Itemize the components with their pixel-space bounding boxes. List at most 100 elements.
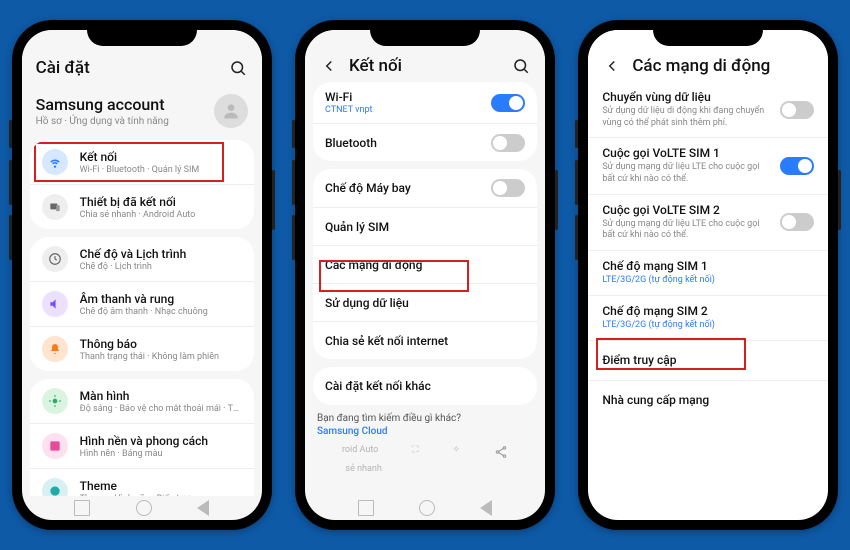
screen-mobile-networks: Các mạng di động Chuyển vùng dữ liệu Sử … xyxy=(588,30,828,520)
notch xyxy=(653,20,763,46)
screen-connections: Kết nối Wi-Fi CTNET vnpt Bluetooth xyxy=(305,30,545,520)
row-label: Chế độ Máy bay xyxy=(325,181,479,195)
row-netmode-sim2[interactable]: Chế độ mạng SIM 2 LTE/3G/2G (tự động kết… xyxy=(588,295,828,340)
row-label: Quản lý SIM xyxy=(325,220,525,234)
row-connections[interactable]: Kết nối Wi-Fi · Bluetooth · Quản lý SIM xyxy=(30,140,254,184)
footer-link[interactable]: Samsung Cloud xyxy=(317,426,533,437)
row-sim[interactable]: Quản lý SIM xyxy=(313,207,537,245)
devices-icon xyxy=(42,194,68,220)
row-theme[interactable]: Theme Theme · Hình nền · Biểu tượng xyxy=(30,468,254,496)
airplane-toggle[interactable] xyxy=(491,179,525,197)
row-hotspot[interactable]: Chia sẻ kết nối internet xyxy=(313,321,537,359)
row-sub: Sử dụng mạng dữ liệu LTE cho cuộc gọi bấ… xyxy=(602,162,770,185)
notch xyxy=(370,20,480,46)
row-apn[interactable]: Điểm truy cập xyxy=(588,340,828,380)
row-operators[interactable]: Nhà cung cấp mạng xyxy=(588,380,828,420)
row-sub: Chế độ âm thanh · Nhạc chuông xyxy=(80,307,242,317)
samsung-account-row[interactable]: Samsung account Hồ sơ · Ứng dụng và tính… xyxy=(22,86,262,140)
theme-icon xyxy=(42,478,68,496)
nav-home[interactable] xyxy=(419,500,435,516)
conn-group-3: Cài đặt kết nối khác xyxy=(313,367,537,405)
row-label: Theme xyxy=(80,479,242,493)
screen-settings: Cài đặt Samsung account Hồ sơ · Ứng dụng… xyxy=(22,30,262,520)
scan-icon[interactable]: ⛶ xyxy=(412,445,418,462)
nav-bar xyxy=(305,496,545,520)
row-label: Cuộc gọi VoLTE SIM 2 xyxy=(602,203,770,217)
wifi-icon xyxy=(42,149,68,175)
row-notifications[interactable]: Thông báo Thanh trạng thái · Không làm p… xyxy=(30,326,254,371)
row-bluetooth[interactable]: Bluetooth xyxy=(313,123,537,161)
sound-icon xyxy=(42,291,68,317)
nav-back[interactable] xyxy=(197,500,209,516)
page-title: Kết nối xyxy=(349,56,501,76)
volte2-toggle[interactable] xyxy=(780,213,814,231)
nav-home[interactable] xyxy=(136,500,152,516)
row-netmode-sim1[interactable]: Chế độ mạng SIM 1 LTE/3G/2G (tự động kết… xyxy=(588,250,828,295)
row-mobile-networks[interactable]: Các mạng di động xyxy=(313,245,537,283)
row-more-conn[interactable]: Cài đặt kết nối khác xyxy=(313,367,537,405)
row-label: Chế độ mạng SIM 1 xyxy=(602,259,814,273)
phone-frame-1: Cài đặt Samsung account Hồ sơ · Ứng dụng… xyxy=(12,20,272,530)
row-label: Chuyển vùng dữ liệu xyxy=(602,90,770,104)
settings-group-3: Màn hình Độ sáng · Bảo vệ cho mắt thoải … xyxy=(30,379,254,496)
row-sub: Hình nền · Bảng màu xyxy=(80,449,242,459)
settings-group-2: Chế độ và Lịch trình Chế độ · Lịch trình… xyxy=(30,237,254,371)
row-display[interactable]: Màn hình Độ sáng · Bảo vệ cho mắt thoải … xyxy=(30,379,254,423)
footer-toolbar: roid Auto ⛶ ✧ xyxy=(305,441,545,464)
search-icon[interactable] xyxy=(511,56,531,76)
settings-group-1: Kết nối Wi-Fi · Bluetooth · Quản lý SIM … xyxy=(30,140,254,229)
row-wifi[interactable]: Wi-Fi CTNET vnpt xyxy=(313,82,537,123)
row-sound[interactable]: Âm thanh và rung Chế độ âm thanh · Nhạc … xyxy=(30,281,254,326)
footer-hint-2: sẻ nhanh xyxy=(345,464,381,474)
row-sub: Theme · Hình nền · Biểu tượng xyxy=(80,494,242,497)
page-title: Các mạng di động xyxy=(632,56,814,76)
row-label: Bluetooth xyxy=(325,136,479,150)
sun-icon xyxy=(42,388,68,414)
row-label: Chia sẻ kết nối internet xyxy=(325,334,525,348)
row-sub: Thanh trạng thái · Không làm phiền xyxy=(80,352,242,362)
row-label: Cuộc gọi VoLTE SIM 1 xyxy=(602,146,770,160)
nav-recent[interactable] xyxy=(358,500,374,516)
mobile-net-body: Chuyển vùng dữ liệu Sử dụng dữ liệu di đ… xyxy=(588,82,828,520)
row-wallpaper[interactable]: Hình nền và phong cách Hình nền · Bảng m… xyxy=(30,423,254,468)
row-volte-sim2[interactable]: Cuộc gọi VoLTE SIM 2 Sử dụng mạng dữ liệ… xyxy=(588,194,828,250)
clock-icon xyxy=(42,246,68,272)
row-label: Chế độ mạng SIM 2 xyxy=(602,304,814,318)
bell-icon xyxy=(42,336,68,362)
back-icon[interactable] xyxy=(602,56,622,76)
back-icon[interactable] xyxy=(319,56,339,76)
nav-back[interactable] xyxy=(480,500,492,516)
nav-recent[interactable] xyxy=(74,500,90,516)
palette-icon xyxy=(42,433,68,459)
mobile-net-list: Chuyển vùng dữ liệu Sử dụng dữ liệu di đ… xyxy=(588,82,828,420)
row-airplane[interactable]: Chế độ Máy bay xyxy=(313,169,537,207)
connections-body: Wi-Fi CTNET vnpt Bluetooth Chế độ Máy ba… xyxy=(305,82,545,496)
volte1-toggle[interactable] xyxy=(780,157,814,175)
row-label: Nhà cung cấp mạng xyxy=(602,393,814,407)
row-label: Hình nền và phong cách xyxy=(80,434,242,448)
roaming-toggle[interactable] xyxy=(780,101,814,119)
row-label: Cài đặt kết nối khác xyxy=(325,379,525,393)
search-icon[interactable] xyxy=(228,58,248,78)
row-modes[interactable]: Chế độ và Lịch trình Chế độ · Lịch trình xyxy=(30,237,254,281)
row-sub: LTE/3G/2G (tự động kết nối) xyxy=(602,275,814,287)
phone-frame-2: Kết nối Wi-Fi CTNET vnpt Bluetooth xyxy=(295,20,555,530)
account-sub: Hồ sơ · Ứng dụng và tính năng xyxy=(36,116,214,127)
notch xyxy=(87,20,197,46)
row-label: Âm thanh và rung xyxy=(80,292,242,306)
row-volte-sim1[interactable]: Cuộc gọi VoLTE SIM 1 Sử dụng mạng dữ liệ… xyxy=(588,137,828,193)
row-data-usage[interactable]: Sử dụng dữ liệu xyxy=(313,283,537,321)
add-icon[interactable]: ✧ xyxy=(453,445,461,462)
wifi-toggle[interactable] xyxy=(491,94,525,112)
row-label: Thông báo xyxy=(80,337,242,351)
footer-suggestions: Bạn đang tìm kiếm điều gì khác? Samsung … xyxy=(305,405,545,441)
row-sub: CTNET vnpt xyxy=(325,105,479,115)
settings-body: Samsung account Hồ sơ · Ứng dụng và tính… xyxy=(22,86,262,496)
row-sub: Chia sẻ nhanh · Android Auto xyxy=(80,210,242,220)
row-connected-devices[interactable]: Thiết bị đã kết nối Chia sẻ nhanh · Andr… xyxy=(30,184,254,229)
row-sub: Sử dụng mạng dữ liệu LTE cho cuộc gọi bấ… xyxy=(602,219,770,242)
page-title: Cài đặt xyxy=(36,58,218,78)
row-roaming[interactable]: Chuyển vùng dữ liệu Sử dụng dữ liệu di đ… xyxy=(588,82,828,137)
share-icon[interactable] xyxy=(494,445,508,462)
bluetooth-toggle[interactable] xyxy=(491,134,525,152)
